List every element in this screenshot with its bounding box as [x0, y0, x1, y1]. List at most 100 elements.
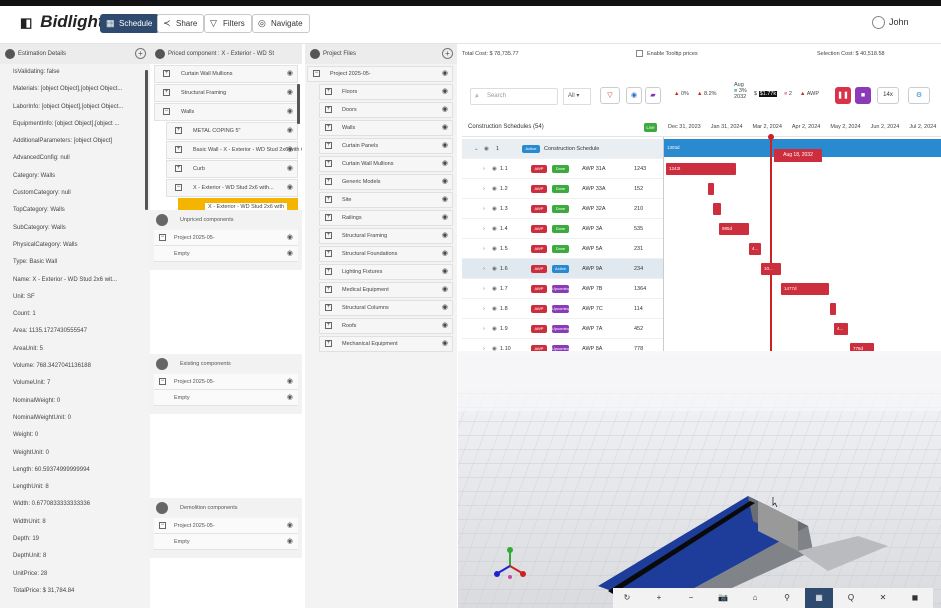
navigate-button[interactable]: ◎ Navigate — [252, 14, 310, 33]
eye-icon[interactable]: ◉ — [442, 103, 448, 117]
schedule-root-row[interactable]: ⌄ ◉ 1 Active Construction Schedule — [462, 139, 663, 159]
project-file-item[interactable]: + Structural Foundations ◉ — [319, 246, 453, 262]
logo[interactable]: ◧ Bidlight — [20, 12, 104, 32]
eye-icon[interactable]: ◉ — [492, 199, 497, 219]
project-file-item[interactable]: + Walls ◉ — [319, 120, 453, 136]
eye-icon[interactable]: ◉ — [442, 247, 448, 261]
chevron-right-icon[interactable]: › — [483, 179, 485, 199]
project-file-item[interactable]: + Generic Models ◉ — [319, 174, 453, 190]
checkbox-icon[interactable] — [636, 50, 643, 58]
priced-item[interactable]: + Curb ◉ — [166, 160, 298, 178]
user-menu[interactable]: John — [872, 16, 909, 29]
expand-icon[interactable]: + — [325, 250, 332, 257]
priced-item[interactable]: + Basic Wall - X - Exterior - WD Stud 2x6… — [166, 141, 302, 159]
task-bar[interactable]: 4... — [834, 323, 848, 335]
expand-icon[interactable]: − — [163, 108, 170, 115]
eye-icon[interactable]: ◉ — [492, 219, 497, 239]
task-bar[interactable]: 10... — [761, 263, 781, 275]
eye-icon[interactable]: ◉ — [442, 337, 448, 351]
eye-icon[interactable]: ◉ — [442, 265, 448, 279]
grid-icon[interactable]: ▦ — [805, 588, 833, 608]
task-bar[interactable]: 985d — [719, 223, 749, 235]
expand-icon[interactable]: + — [325, 304, 332, 311]
chevron-right-icon[interactable]: › — [483, 199, 485, 219]
eye-icon[interactable]: ◉ — [442, 229, 448, 243]
eye-icon[interactable]: ◉ — [287, 390, 293, 406]
priced-item[interactable]: + Curtain Wall Mullions ◉ — [154, 65, 298, 83]
project-file-item[interactable]: + Floors ◉ — [319, 84, 453, 100]
eye-icon[interactable]: ◉ — [287, 180, 293, 196]
eye-icon[interactable]: ◉ — [484, 139, 489, 159]
gantt-timeline[interactable]: 1303d Aug 18, 2032 1243t 985d 4... 10... 147… — [663, 134, 941, 355]
zoom-in-icon[interactable]: + — [645, 588, 673, 608]
schedule-row[interactable]: › ◉ 1.7 AWP Upcoming AWP 7B 1364 — [462, 279, 663, 299]
eye-icon[interactable]: ◉ — [442, 139, 448, 153]
task-bar[interactable]: 1243t — [666, 163, 736, 175]
expand-icon[interactable]: + — [325, 178, 332, 185]
project-file-item[interactable]: + Structural Framing ◉ — [319, 228, 453, 244]
chevron-right-icon[interactable]: › — [483, 279, 485, 299]
filter-select[interactable]: All ▾ — [563, 88, 591, 105]
eye-icon[interactable]: ◉ — [492, 159, 497, 179]
model-viewer[interactable] — [458, 351, 941, 608]
schedule-row[interactable]: › ◉ 1.9 AWP Upcoming AWP 7A 452 — [462, 319, 663, 339]
project-file-item[interactable]: + Lighting Fixtures ◉ — [319, 264, 453, 280]
expand-icon[interactable]: + — [325, 196, 332, 203]
expand-icon[interactable]: + — [163, 89, 170, 96]
camera-icon[interactable]: 📷 — [709, 588, 737, 608]
eye-icon[interactable]: ◉ — [287, 85, 293, 101]
schedule-row[interactable]: › ◉ 1.3 AWP Done AWP 32A 210 — [462, 199, 663, 219]
visibility-button[interactable]: ◉ — [626, 87, 642, 104]
eye-icon[interactable]: ◉ — [287, 374, 293, 390]
project-root-row[interactable]: − Project 2025-05- ◉ — [307, 66, 453, 82]
eye-icon[interactable]: ◉ — [287, 246, 293, 262]
chevron-right-icon[interactable]: › — [483, 219, 485, 239]
eye-icon[interactable]: ◉ — [442, 211, 448, 225]
project-file-item[interactable]: + Railings ◉ — [319, 210, 453, 226]
viewer-canvas[interactable] — [458, 351, 941, 608]
eye-icon[interactable]: ◉ — [287, 66, 293, 82]
chevron-down-icon[interactable]: ⌄ — [474, 139, 479, 159]
eye-icon[interactable]: ◉ — [492, 179, 497, 199]
priced-item[interactable]: − X - Exterior - WD Stud 2x6 with... ◉ — [166, 179, 298, 197]
eye-icon[interactable]: ◉ — [442, 85, 448, 99]
filter-button[interactable]: ▽ — [600, 87, 620, 104]
eye-icon[interactable]: ◉ — [492, 279, 497, 299]
task-bar[interactable]: 4... — [749, 243, 761, 255]
zoom-select[interactable]: 14x — [877, 87, 899, 104]
chevron-right-icon[interactable]: › — [483, 259, 485, 279]
priced-item[interactable]: + METAL COPING 5" ◉ — [166, 122, 298, 140]
schedule-row[interactable]: › ◉ 1.6 AWP Active AWP 9A 234 — [462, 259, 663, 279]
project-row[interactable]: − Project 2025-05- ◉ — [154, 518, 298, 534]
eye-icon[interactable]: ◉ — [287, 104, 293, 120]
schedule-row[interactable]: › ◉ 1.1 AWP Done AWP 31A 1243 — [462, 159, 663, 179]
chevron-right-icon[interactable]: › — [483, 319, 485, 339]
task-bar[interactable] — [830, 303, 836, 315]
eye-icon[interactable]: ◉ — [442, 319, 448, 333]
panel-toggle-icon[interactable]: ◧ — [20, 15, 32, 30]
schedule-row[interactable]: › ◉ 1.8 AWP Upcoming AWP 7C 114 — [462, 299, 663, 319]
project-file-item[interactable]: + Curtain Wall Mullions ◉ — [319, 156, 453, 172]
project-file-item[interactable]: + Site ◉ — [319, 192, 453, 208]
add-icon[interactable]: + — [442, 48, 453, 59]
pause-button[interactable]: ❚❚ — [835, 87, 851, 104]
expand-icon[interactable]: + — [325, 214, 332, 221]
scrollbar[interactable] — [145, 70, 148, 210]
eye-icon[interactable]: ◉ — [492, 319, 497, 339]
today-marker[interactable] — [770, 134, 772, 351]
expand-icon[interactable]: + — [325, 232, 332, 239]
filters-button[interactable]: ▽ Filters — [204, 14, 252, 33]
tooltip-toggle[interactable]: Enable Tooltip prices — [636, 45, 698, 63]
folder-button[interactable]: ▰ — [645, 87, 661, 104]
eye-icon[interactable]: ◉ — [287, 142, 293, 158]
eye-icon[interactable]: ◉ — [492, 259, 497, 279]
project-file-item[interactable]: + Structural Columns ◉ — [319, 300, 453, 316]
eye-icon[interactable]: ◉ — [442, 157, 448, 171]
project-file-item[interactable]: + Curtain Panels ◉ — [319, 138, 453, 154]
share-button[interactable]: ≺ Share — [157, 14, 205, 33]
priced-item[interactable]: + Structural Framing ◉ — [154, 84, 298, 102]
project-row[interactable]: − Project 2025-05- ◉ — [154, 230, 298, 246]
pin-icon[interactable]: ⚲ — [773, 588, 801, 608]
expand-icon[interactable]: + — [175, 146, 182, 153]
schedule-row[interactable]: › ◉ 1.4 AWP Done AWP 3A 535 — [462, 219, 663, 239]
